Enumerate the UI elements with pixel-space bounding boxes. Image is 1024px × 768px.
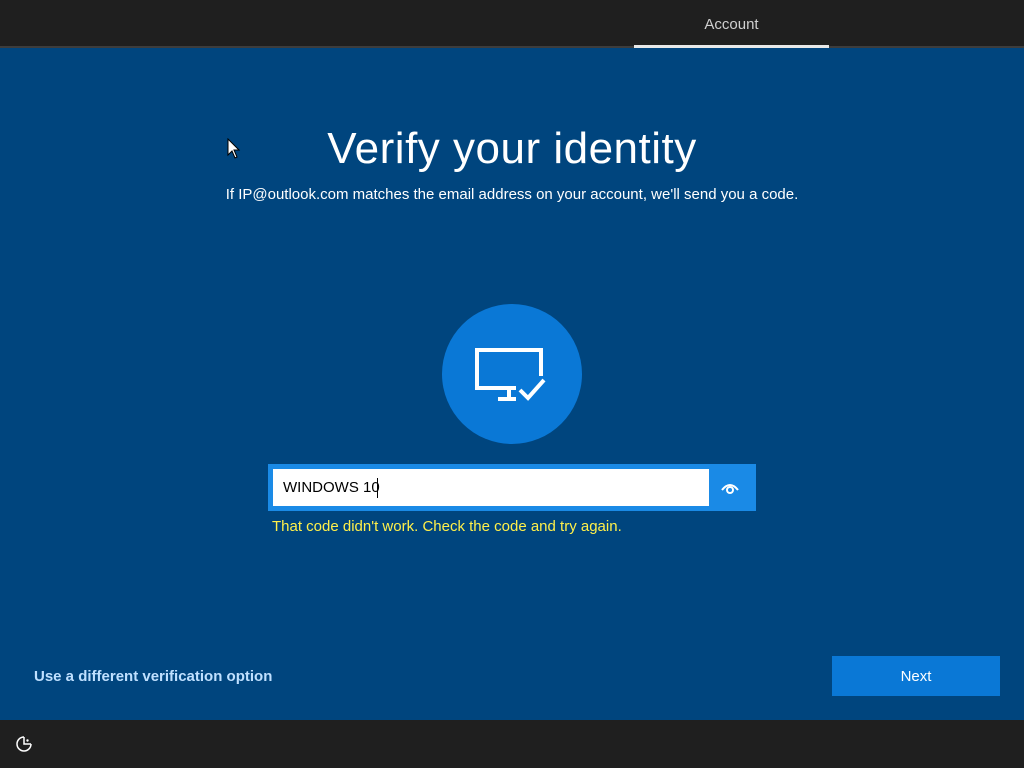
page-subtitle: If IP@outlook.com matches the email addr… xyxy=(225,186,799,203)
next-button[interactable]: Next xyxy=(832,656,1000,696)
different-verification-option-link[interactable]: Use a different verification option xyxy=(34,668,272,685)
error-message: That code didn't work. Check the code an… xyxy=(272,518,622,535)
setup-screen: Account Verify your identity If IP@outlo… xyxy=(0,0,1024,768)
code-field-frame xyxy=(268,464,756,511)
reveal-password-button[interactable] xyxy=(709,469,751,506)
tab-account[interactable]: Account xyxy=(634,0,829,48)
eye-icon xyxy=(721,484,739,494)
pc-checkmark-icon xyxy=(475,348,550,406)
text-caret xyxy=(377,478,378,498)
code-input[interactable] xyxy=(273,469,709,506)
accessibility-icon[interactable] xyxy=(15,735,33,753)
bottom-bar xyxy=(0,720,1024,768)
top-bar-divider xyxy=(0,46,1024,48)
top-bar xyxy=(0,0,1024,46)
hero-badge xyxy=(442,304,582,444)
page-title: Verify your identity xyxy=(327,124,697,173)
tab-account-underline xyxy=(634,45,829,48)
